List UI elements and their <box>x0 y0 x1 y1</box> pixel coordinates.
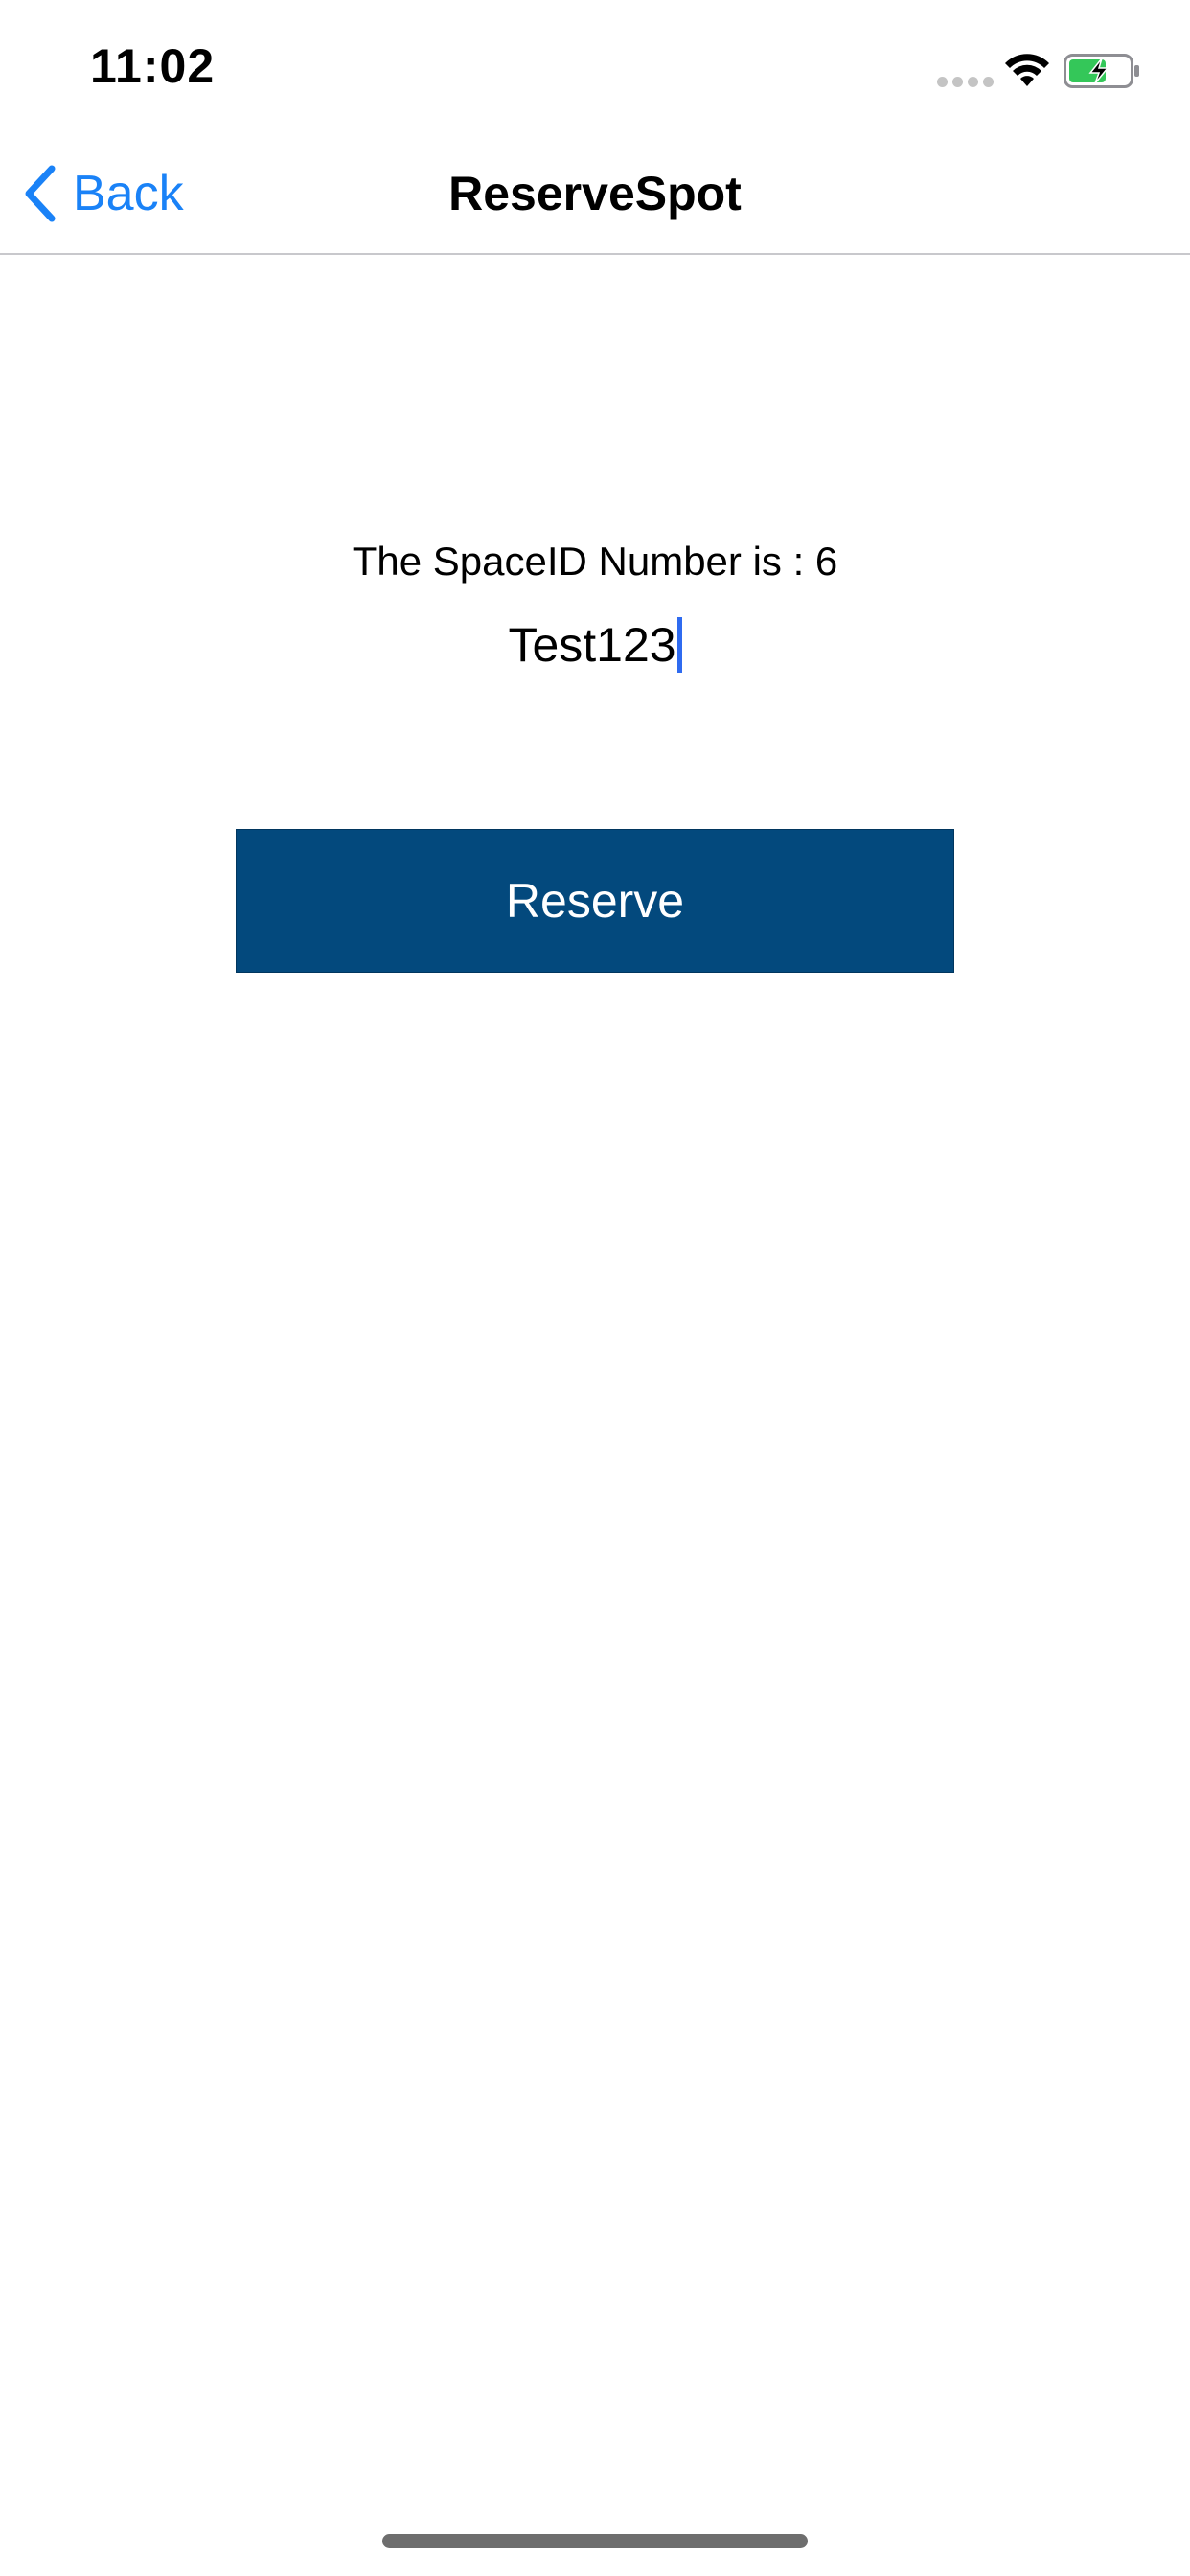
status-bar: 11:02 <box>0 0 1190 134</box>
home-indicator[interactable] <box>382 2534 808 2548</box>
input-value: Test123 <box>508 618 676 672</box>
page-title: ReserveSpot <box>448 167 742 220</box>
status-time: 11:02 <box>90 39 216 93</box>
name-input[interactable]: Test123 <box>308 611 882 678</box>
cellular-signal-icon <box>937 77 994 87</box>
navigation-bar: Back ReserveSpot <box>0 134 1190 255</box>
reserve-button[interactable]: Reserve <box>236 829 954 973</box>
space-id-label: The SpaceID Number is : 6 <box>352 539 838 584</box>
wifi-icon <box>1005 54 1049 86</box>
text-caret <box>676 617 682 673</box>
battery-charging-icon <box>1064 54 1139 88</box>
